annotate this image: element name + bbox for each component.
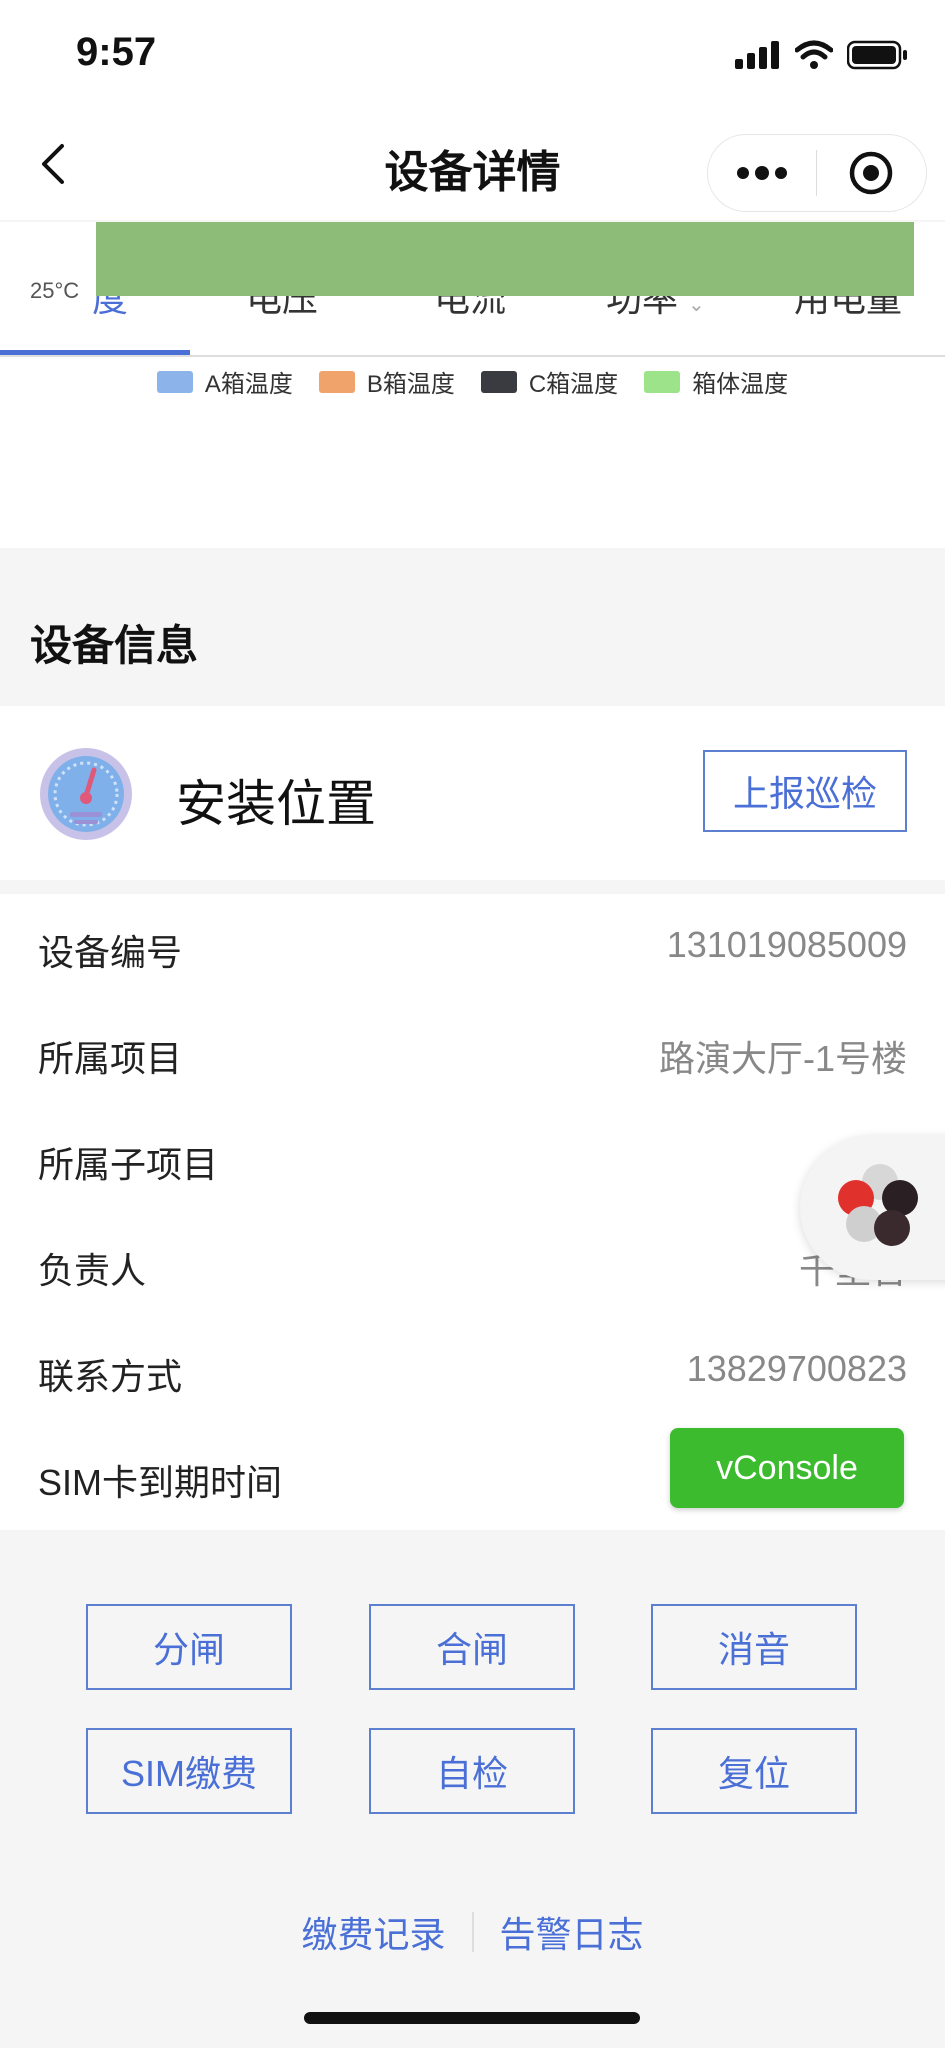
chart-legend: A箱温度 B箱温度 C箱温度 箱体温度 [0, 364, 945, 399]
mini-program-capsule [707, 134, 927, 212]
legend-label: A箱温度 [204, 371, 293, 398]
floating-assistant-button[interactable] [800, 1136, 945, 1280]
legend-label: B箱温度 [366, 371, 455, 398]
info-key: SIM卡到期时间 [38, 1462, 283, 1503]
legend-label: C箱温度 [528, 371, 619, 398]
close-program-button[interactable] [817, 135, 925, 211]
temperature-value: 25°C [30, 278, 80, 303]
info-key: 所属项目 [38, 1038, 183, 1079]
close-switch-button[interactable]: 合闸 [369, 1604, 575, 1690]
alarm-log-link[interactable]: 告警日志 [474, 1906, 670, 1958]
assistant-icon [838, 1164, 918, 1246]
sim-payment-button[interactable]: SIM缴费 [86, 1728, 292, 1814]
legend-item-c[interactable]: C箱温度 [480, 364, 619, 399]
chevron-down-icon: ⌄ [688, 294, 705, 316]
signal-icon [735, 41, 779, 69]
self-check-button[interactable]: 自检 [369, 1728, 575, 1814]
legend-item-box[interactable]: 箱体温度 [644, 364, 788, 399]
footer-links: 缴费记录 告警日志 [0, 1906, 945, 1958]
install-location-title: 安装位置 [176, 776, 376, 832]
more-button[interactable] [708, 135, 816, 211]
reset-button[interactable]: 复位 [651, 1728, 857, 1814]
more-icon [737, 166, 787, 180]
info-row-device-id: 设备编号 131019085009 [0, 894, 945, 1000]
status-bar: 9:57 [0, 0, 945, 110]
section-title: 设备信息 [30, 622, 199, 669]
install-location-card: 安装位置 上报巡检 [0, 706, 945, 880]
nav-bar: 设备详情 [0, 110, 945, 220]
legend-swatch [644, 370, 681, 393]
metric-tabs: 度 电压 电流 功率 ⌄ 用电量 25°C [0, 222, 945, 358]
info-key: 联系方式 [38, 1356, 183, 1397]
info-key: 负责人 [38, 1250, 147, 1291]
overlay-banner [96, 222, 914, 296]
chart-legend-area: A箱温度 B箱温度 C箱温度 箱体温度 [0, 358, 945, 548]
info-row-contact: 联系方式 13829700823 [0, 1318, 945, 1424]
report-inspection-button[interactable]: 上报巡检 [703, 750, 907, 832]
open-switch-button[interactable]: 分闸 [86, 1604, 292, 1690]
info-value: 路演大厅-1号楼 [658, 1038, 907, 1079]
info-row-project: 所属项目 路演大厅-1号楼 [0, 1000, 945, 1106]
legend-swatch [318, 370, 355, 393]
tabs-divider [0, 355, 945, 357]
info-key: 设备编号 [38, 932, 183, 973]
status-time: 9:57 [76, 30, 157, 74]
battery-icon [847, 40, 907, 70]
legend-item-b[interactable]: B箱温度 [318, 364, 455, 399]
info-value: 131019085009 [666, 924, 907, 965]
gauge-icon [40, 748, 132, 840]
info-key: 所属子项目 [38, 1144, 219, 1185]
legend-item-a[interactable]: A箱温度 [156, 364, 293, 399]
wifi-icon [795, 40, 833, 69]
payment-records-link[interactable]: 缴费记录 [275, 1906, 471, 1958]
status-icons [735, 40, 909, 70]
info-value: 13829700823 [686, 1348, 907, 1389]
legend-swatch [156, 370, 193, 393]
legend-label: 箱体温度 [692, 371, 789, 398]
home-indicator [304, 2012, 640, 2024]
target-icon [849, 151, 893, 195]
legend-swatch [480, 370, 517, 393]
mute-button[interactable]: 消音 [651, 1604, 857, 1690]
vconsole-button[interactable]: vConsole [670, 1428, 904, 1508]
